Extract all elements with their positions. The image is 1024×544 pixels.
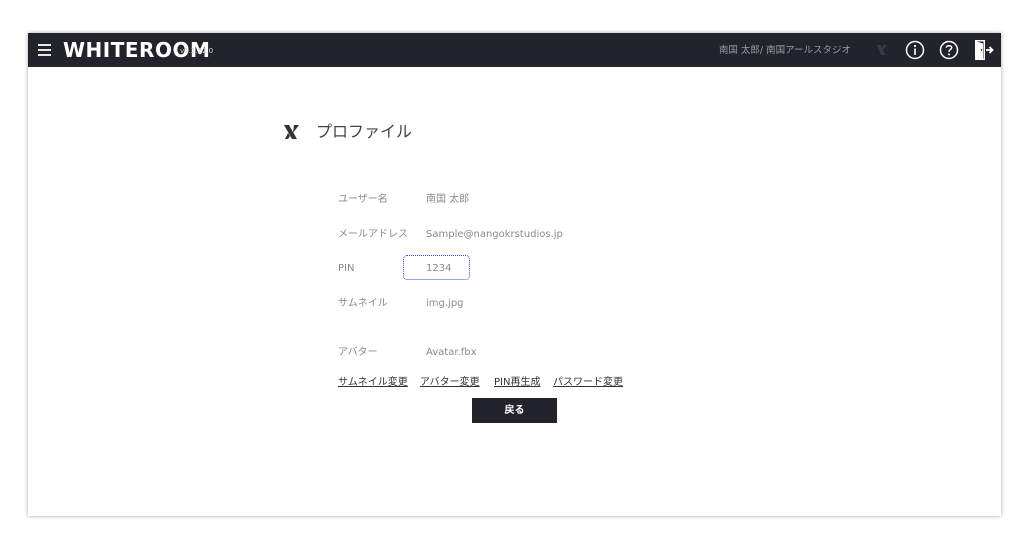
change-password-link[interactable]: パスワード変更 <box>553 376 623 390</box>
top-bar: WHITEROOM v1.2.22.0 南国 太郎/ 南国アールスタジオ <box>28 33 1001 67</box>
page-title: プロファイル <box>316 122 413 141</box>
username-value: 南国 太郎 <box>426 194 470 205</box>
email-label: メールアドレス <box>338 229 408 240</box>
brand-logo-icon <box>284 125 299 139</box>
change-thumbnail-link[interactable]: サムネイル変更 <box>338 376 408 390</box>
hamburger-menu-icon[interactable] <box>38 44 51 56</box>
app-version: v1.2.22.0 <box>180 47 214 55</box>
user-info: 南国 太郎/ 南国アールスタジオ <box>718 45 851 56</box>
username-label: ユーザー名 <box>338 194 388 205</box>
thumbnail-label: サムネイル <box>338 298 388 309</box>
logout-icon[interactable] <box>973 39 995 61</box>
email-value: Sample@nangokrstudios.jp <box>426 229 563 240</box>
app-window: WHITEROOM v1.2.22.0 南国 太郎/ 南国アールスタジオ プロフ… <box>28 33 1001 516</box>
back-button[interactable]: 戻る <box>472 398 557 423</box>
avatar-label: アバター <box>338 347 378 358</box>
thumbnail-value: img.jpg <box>426 298 464 309</box>
pin-value: 1234 <box>426 263 452 274</box>
pin-label: PIN <box>338 263 355 274</box>
brand-logo-icon <box>877 45 887 55</box>
regenerate-pin-link[interactable]: PIN再生成 <box>494 376 540 390</box>
help-icon[interactable] <box>939 40 959 60</box>
avatar-value: Avatar.fbx <box>426 347 477 358</box>
change-avatar-link[interactable]: アバター変更 <box>420 376 480 390</box>
info-icon[interactable] <box>905 40 925 60</box>
